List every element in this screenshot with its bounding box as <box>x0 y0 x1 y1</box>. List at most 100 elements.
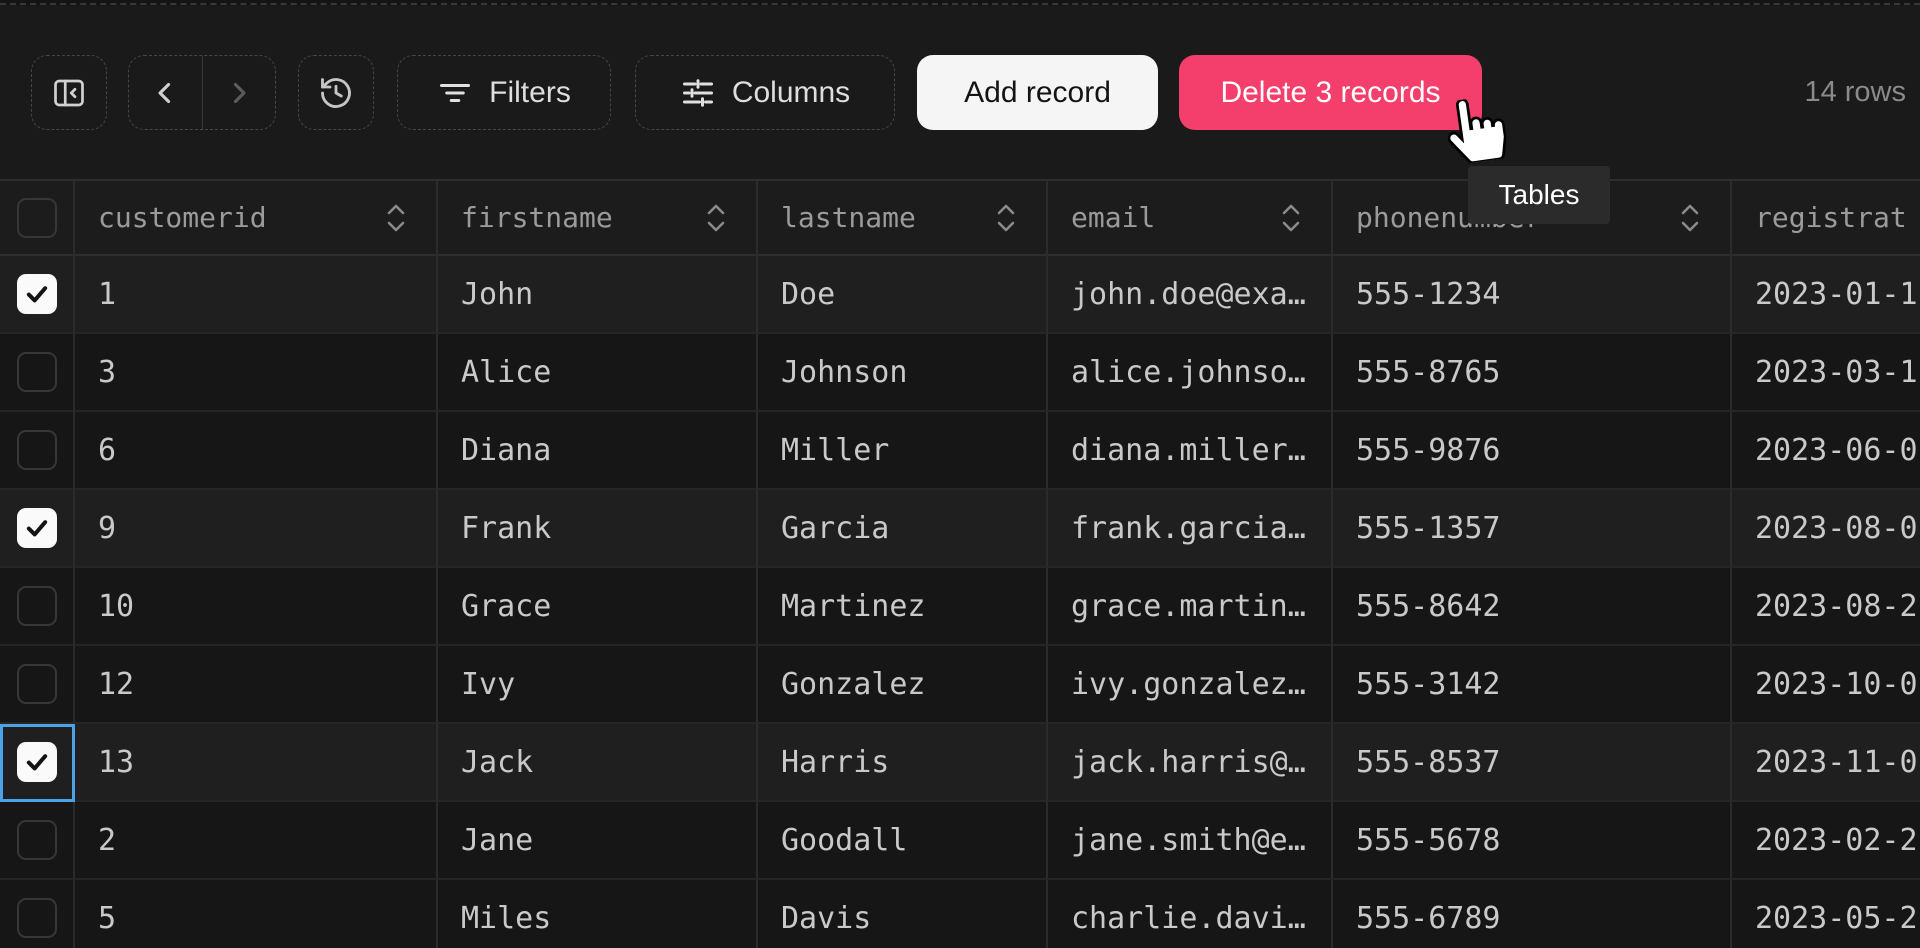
cell-lastname[interactable]: Miller <box>758 412 1048 490</box>
cell-customerid[interactable]: 9 <box>75 490 438 568</box>
cell-firstname[interactable]: Miles <box>438 880 758 948</box>
table-row: 13 Jack Harris jack.harris@… 555-8537 20… <box>0 724 1920 802</box>
cell-phonenumber[interactable]: 555-3142 <box>1333 646 1732 724</box>
cell-lastname[interactable]: Gonzalez <box>758 646 1048 724</box>
cell-email[interactable]: jack.harris@… <box>1048 724 1333 802</box>
cell-phonenumber[interactable]: 555-8765 <box>1333 334 1732 412</box>
cell-registrationdate[interactable]: 2023-08-0 <box>1732 490 1920 568</box>
cell-firstname[interactable]: Alice <box>438 334 758 412</box>
cell-email[interactable]: john.doe@exa… <box>1048 256 1333 334</box>
add-record-button-label: Add record <box>964 76 1111 110</box>
cell-firstname[interactable]: Jack <box>438 724 758 802</box>
cell-lastname[interactable]: Doe <box>758 256 1048 334</box>
cell-phonenumber[interactable]: 555-8642 <box>1333 568 1732 646</box>
cell-registrationdate[interactable]: 2023-05-2 <box>1732 880 1920 948</box>
toggle-sidebar-button[interactable] <box>31 55 107 130</box>
cell-lastname[interactable]: Martinez <box>758 568 1048 646</box>
cell-registrationdate[interactable]: 2023-02-2 <box>1732 802 1920 880</box>
cell-registrationdate[interactable]: 2023-01-1 <box>1732 256 1920 334</box>
select-all-checkbox[interactable] <box>17 198 57 238</box>
column-header-lastname[interactable]: lastname <box>758 181 1048 256</box>
cell-lastname[interactable]: Harris <box>758 724 1048 802</box>
column-header-registrationdate[interactable]: registrat <box>1732 181 1920 256</box>
cell-email[interactable]: charlie.davi… <box>1048 880 1333 948</box>
row-checkbox[interactable] <box>17 820 57 860</box>
cell-phonenumber[interactable]: 555-1234 <box>1333 256 1732 334</box>
add-record-button[interactable]: Add record <box>917 55 1158 130</box>
cell-registrationdate[interactable]: 2023-08-2 <box>1732 568 1920 646</box>
cell-customerid[interactable]: 12 <box>75 646 438 724</box>
checkmark-icon <box>23 514 51 542</box>
cell-customerid[interactable]: 10 <box>75 568 438 646</box>
row-select-cell[interactable] <box>0 568 75 646</box>
cell-registrationdate[interactable]: 2023-03-1 <box>1732 334 1920 412</box>
row-select-cell-focused[interactable] <box>0 724 75 802</box>
cell-firstname[interactable]: Jane <box>438 802 758 880</box>
cell-lastname[interactable]: Johnson <box>758 334 1048 412</box>
cell-phonenumber[interactable]: 555-5678 <box>1333 802 1732 880</box>
cell-lastname[interactable]: Goodall <box>758 802 1048 880</box>
row-checkbox[interactable] <box>17 742 57 782</box>
column-header-email[interactable]: email <box>1048 181 1333 256</box>
row-count-label: 14 rows <box>1804 55 1906 130</box>
cell-lastname[interactable]: Garcia <box>758 490 1048 568</box>
select-all-cell[interactable] <box>0 181 75 256</box>
cell-phonenumber[interactable]: 555-8537 <box>1333 724 1732 802</box>
row-checkbox[interactable] <box>17 274 57 314</box>
columns-button-label: Columns <box>732 76 850 110</box>
column-header-customerid[interactable]: customerid <box>75 181 438 256</box>
row-select-cell[interactable] <box>0 256 75 334</box>
refresh-history-button[interactable] <box>298 55 374 130</box>
cell-email[interactable]: grace.martin… <box>1048 568 1333 646</box>
forward-button[interactable] <box>203 56 276 129</box>
cell-email[interactable]: ivy.gonzalez… <box>1048 646 1333 724</box>
row-select-cell[interactable] <box>0 880 75 948</box>
column-header-firstname[interactable]: firstname <box>438 181 758 256</box>
columns-button[interactable]: Columns <box>635 55 895 130</box>
row-checkbox[interactable] <box>17 898 57 938</box>
row-select-cell[interactable] <box>0 802 75 880</box>
cell-firstname[interactable]: Ivy <box>438 646 758 724</box>
back-button[interactable] <box>129 56 202 129</box>
row-select-cell[interactable] <box>0 490 75 568</box>
cell-firstname[interactable]: Frank <box>438 490 758 568</box>
cell-registrationdate[interactable]: 2023-11-0 <box>1732 724 1920 802</box>
cell-customerid[interactable]: 13 <box>75 724 438 802</box>
column-header-label: email <box>1071 201 1155 234</box>
delete-records-button[interactable]: Delete 3 records <box>1179 55 1482 130</box>
row-select-cell[interactable] <box>0 412 75 490</box>
filters-button[interactable]: Filters <box>397 55 611 130</box>
cell-customerid[interactable]: 3 <box>75 334 438 412</box>
cell-email[interactable]: alice.johnso… <box>1048 334 1333 412</box>
cell-customerid[interactable]: 1 <box>75 256 438 334</box>
table-header-row: customerid firstname lastname email phon… <box>0 181 1920 256</box>
cell-email[interactable]: diana.miller… <box>1048 412 1333 490</box>
row-checkbox[interactable] <box>17 664 57 704</box>
row-checkbox[interactable] <box>17 508 57 548</box>
row-checkbox[interactable] <box>17 430 57 470</box>
row-checkbox[interactable] <box>17 586 57 626</box>
cell-registrationdate[interactable]: 2023-10-0 <box>1732 646 1920 724</box>
sort-chevrons-icon[interactable] <box>704 198 728 238</box>
row-checkbox[interactable] <box>17 352 57 392</box>
cell-firstname[interactable]: Grace <box>438 568 758 646</box>
cell-customerid[interactable]: 5 <box>75 880 438 948</box>
cell-phonenumber[interactable]: 555-1357 <box>1333 490 1732 568</box>
sort-chevrons-icon[interactable] <box>384 198 408 238</box>
sort-chevrons-icon[interactable] <box>1279 198 1303 238</box>
cell-phonenumber[interactable]: 555-6789 <box>1333 880 1732 948</box>
row-select-cell[interactable] <box>0 334 75 412</box>
cell-email[interactable]: frank.garcia… <box>1048 490 1333 568</box>
cell-phonenumber[interactable]: 555-9876 <box>1333 412 1732 490</box>
cell-email[interactable]: jane.smith@e… <box>1048 802 1333 880</box>
row-select-cell[interactable] <box>0 646 75 724</box>
sort-chevrons-icon[interactable] <box>994 198 1018 238</box>
cell-firstname[interactable]: Diana <box>438 412 758 490</box>
chevron-left-icon <box>148 76 182 110</box>
cell-registrationdate[interactable]: 2023-06-0 <box>1732 412 1920 490</box>
cell-lastname[interactable]: Davis <box>758 880 1048 948</box>
sort-chevrons-icon[interactable] <box>1678 198 1702 238</box>
cell-customerid[interactable]: 2 <box>75 802 438 880</box>
cell-customerid[interactable]: 6 <box>75 412 438 490</box>
cell-firstname[interactable]: John <box>438 256 758 334</box>
